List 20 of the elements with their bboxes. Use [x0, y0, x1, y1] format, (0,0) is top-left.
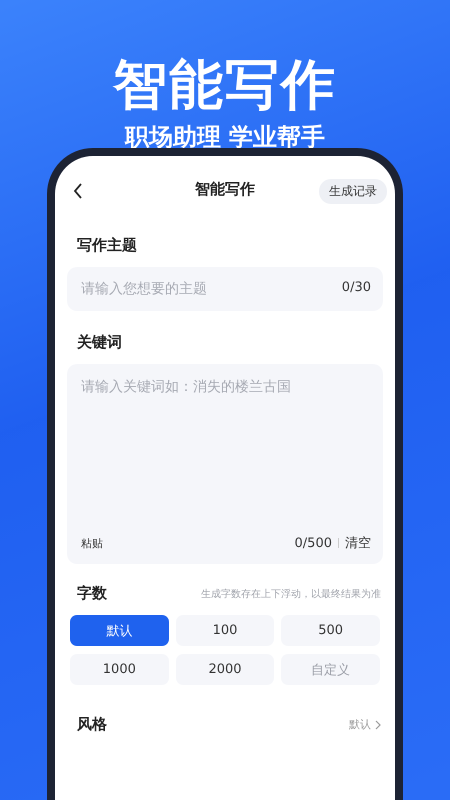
- word-count-option[interactable]: 2000: [176, 654, 274, 685]
- character-counter: 0/500: [294, 536, 332, 550]
- chevron-right-icon: [375, 720, 381, 730]
- headline: 智能写作: [113, 52, 337, 118]
- tagline: 职场助理 学业帮手: [124, 122, 326, 152]
- section-label: 风格: [77, 715, 107, 734]
- hint-text: 生成字数存在上下浮动，以最终结果为准: [201, 588, 381, 600]
- paste-button[interactable]: 粘贴: [81, 536, 103, 550]
- word-count-option[interactable]: 100: [176, 615, 274, 646]
- back-icon: [73, 183, 83, 199]
- clear-button[interactable]: 清空: [345, 534, 371, 552]
- section-label: 字数: [77, 584, 107, 603]
- character-counter: 0/30: [342, 280, 371, 295]
- page-title: 智能写作: [195, 180, 255, 199]
- section-label: 写作主题: [77, 236, 138, 255]
- word-count-option[interactable]: 1000: [70, 654, 169, 685]
- word-count-option[interactable]: 默认: [70, 615, 169, 646]
- history-button[interactable]: 生成记录: [319, 178, 387, 204]
- section-label: 关键词: [77, 333, 123, 352]
- word-count-option[interactable]: 500: [281, 615, 380, 646]
